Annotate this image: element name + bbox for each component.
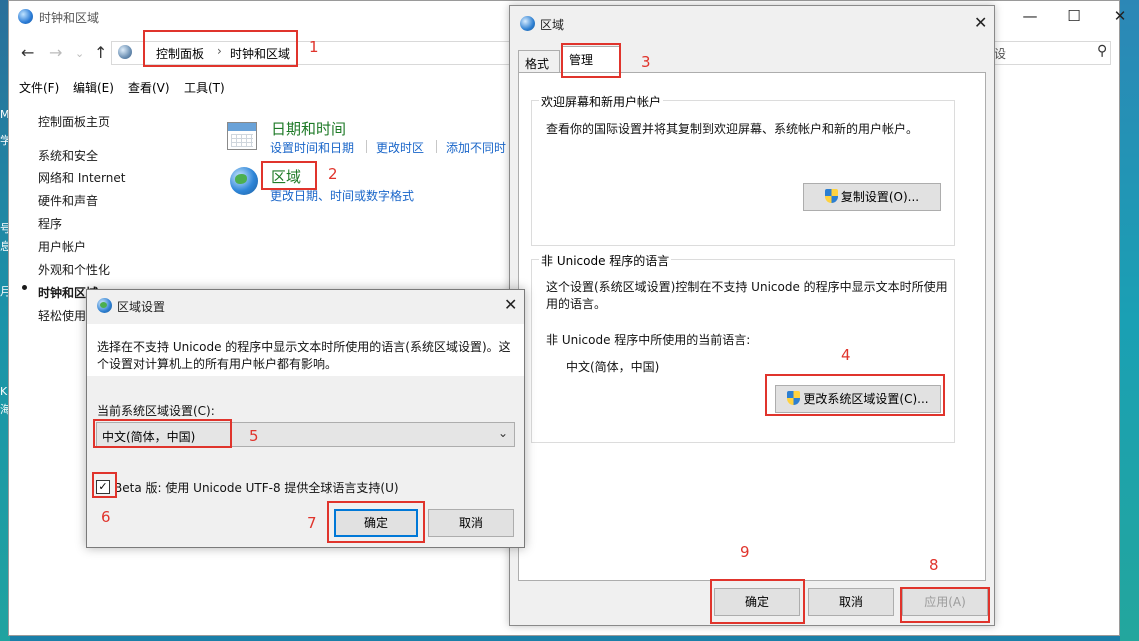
sidebar-item-home[interactable]: 控制面板主页: [38, 113, 110, 130]
locale-description-line2: 个设置对计算机上的所有用户帐户都有影响。: [97, 357, 338, 371]
locale-description-line1: 选择在不支持 Unicode 的程序中显示文本时所使用的语言(系统区域设置)。这: [97, 340, 511, 354]
unicode-description-line2: 用的语言。: [546, 297, 607, 311]
desktop-text: K: [0, 385, 8, 398]
annotation-number: 8: [929, 556, 939, 574]
close-icon[interactable]: ✕: [974, 13, 987, 32]
link-divider: [436, 140, 437, 153]
annotation-number: 9: [740, 543, 750, 561]
annotation-number: 7: [307, 514, 317, 532]
sidebar-item-appearance[interactable]: 外观和个性化: [38, 261, 110, 278]
menu-file[interactable]: 文件(F): [19, 79, 59, 96]
utf8-beta-label[interactable]: Beta 版: 使用 Unicode UTF-8 提供全球语言支持(U): [114, 479, 399, 496]
unicode-description-line1: 这个设置(系统区域设置)控制在不支持 Unicode 的程序中显示文本时所使用: [546, 280, 948, 294]
up-arrow-icon[interactable]: ↑: [94, 43, 107, 62]
window-title: 时钟和区域: [39, 11, 100, 25]
control-panel-icon: [18, 9, 33, 24]
dialog-title: 区域设置: [117, 300, 166, 314]
calendar-clock-icon: [227, 122, 257, 150]
sidebar-item-security[interactable]: 系统和安全: [38, 147, 98, 164]
region-globe-icon: [520, 16, 535, 31]
annotation-box-settings-ok: [327, 501, 425, 543]
control-panel-icon: [118, 45, 132, 59]
sidebar-item-users[interactable]: 用户帐户: [38, 238, 86, 255]
group-label: 非 Unicode 程序的语言: [539, 252, 672, 269]
annotation-box-region: [261, 161, 317, 190]
desktop-background-right: [1120, 0, 1139, 641]
annotation-box-admin-tab: [561, 43, 621, 78]
minimize-icon[interactable]: —: [1007, 1, 1053, 33]
region-globe-icon: [97, 298, 112, 313]
annotation-number: 5: [249, 427, 259, 445]
cancel-button[interactable]: 取消: [428, 509, 514, 537]
forward-arrow-icon[interactable]: →: [49, 43, 62, 62]
link-divider: [366, 140, 367, 153]
copy-settings-button[interactable]: 复制设置(O)...: [803, 183, 941, 211]
annotation-box-change-locale: [765, 374, 945, 416]
menu-edit[interactable]: 编辑(E): [73, 79, 114, 96]
current-language-value: 中文(简体，中国): [566, 360, 660, 374]
search-icon[interactable]: ⚲: [1097, 43, 1107, 59]
tab-panel-administrative: 欢迎屏幕和新用户帐户 查看你的国际设置并将其复制到欢迎屏幕、系统帐户和新的用户帐…: [518, 72, 986, 581]
annotation-box-checkbox: [92, 472, 117, 498]
sidebar-item-hardware[interactable]: 硬件和声音: [38, 192, 98, 209]
sidebar-item-network[interactable]: 网络和 Internet: [38, 169, 125, 186]
close-icon[interactable]: ✕: [504, 295, 517, 314]
group-label: 欢迎屏幕和新用户帐户: [539, 93, 664, 110]
current-language-label: 非 Unicode 程序中所使用的当前语言:: [546, 333, 751, 347]
link-add-clocks[interactable]: 添加不同时: [446, 139, 506, 156]
close-icon[interactable]: ✕: [1097, 1, 1139, 33]
uac-shield-icon: [824, 189, 838, 203]
category-title-datetime[interactable]: 日期和时间: [271, 118, 346, 139]
dialog-title: 区域: [540, 18, 565, 32]
annotation-number: 3: [641, 53, 651, 71]
annotation-number: 6: [101, 508, 111, 526]
annotation-box-breadcrumb: [143, 30, 298, 67]
menu-view[interactable]: 查看(V): [128, 79, 170, 96]
region-globe-icon: [230, 167, 258, 195]
chevron-down-icon[interactable]: ⌄: [75, 47, 84, 60]
menu-tools[interactable]: 工具(T): [184, 79, 225, 96]
current-locale-label: 当前系统区域设置(C):: [97, 404, 215, 418]
sidebar-item-programs[interactable]: 程序: [38, 215, 62, 232]
region-dialog: 区域 ✕ 格式 管理 欢迎屏幕和新用户帐户 查看你的国际设置并将其复制到欢迎屏幕…: [509, 5, 995, 626]
welcome-description: 查看你的国际设置并将其复制到欢迎屏幕、系统帐户和新的用户帐户。: [546, 122, 919, 136]
annotation-number: 4: [841, 346, 851, 364]
search-partial-text: 设: [994, 47, 1007, 61]
link-set-time[interactable]: 设置时间和日期: [270, 139, 354, 156]
annotation-number: 1: [309, 38, 319, 56]
sidebar-item-ease-of-access[interactable]: 轻松使用: [38, 307, 86, 324]
chevron-down-icon: ⌄: [497, 426, 508, 440]
annotation-box-locale-select: [93, 419, 232, 448]
active-bullet-icon: [22, 285, 27, 290]
tab-formats[interactable]: 格式: [518, 50, 560, 72]
annotation-box-region-ok: [710, 579, 805, 624]
maximize-icon[interactable]: ☐: [1051, 1, 1097, 33]
link-change-timezone[interactable]: 更改时区: [376, 139, 424, 156]
annotation-box-apply: [900, 587, 990, 623]
back-arrow-icon[interactable]: ←: [21, 43, 34, 62]
cancel-button[interactable]: 取消: [808, 588, 894, 616]
annotation-number: 2: [328, 165, 338, 183]
